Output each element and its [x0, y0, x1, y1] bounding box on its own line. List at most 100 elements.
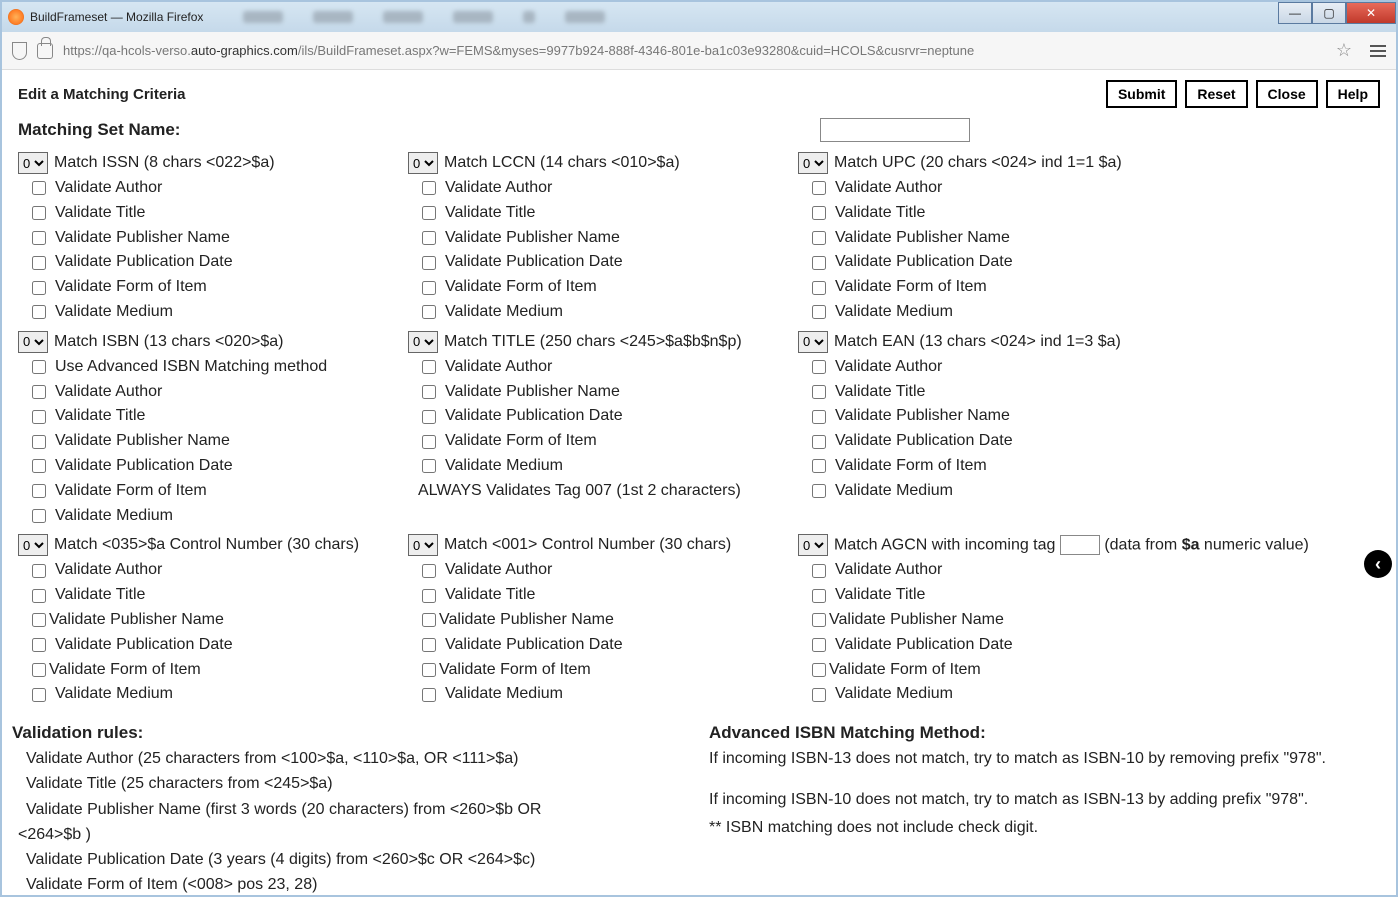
chevron-left-icon[interactable]: ‹ [1364, 550, 1392, 578]
validate-label: Validate Author [55, 176, 162, 201]
validate-label: Validate Form of Item [49, 658, 201, 683]
validate-checkbox[interactable] [422, 206, 436, 220]
validate-checkbox[interactable] [32, 638, 46, 652]
validate-checkbox[interactable] [422, 638, 436, 652]
blurred-menu [565, 11, 605, 23]
validate-checkbox[interactable] [422, 688, 436, 702]
validate-checkbox[interactable] [422, 663, 436, 677]
help-button[interactable]: Help [1326, 80, 1380, 108]
blurred-menu [383, 11, 423, 23]
validate-checkbox[interactable] [812, 688, 826, 702]
validate-checkbox[interactable] [422, 435, 436, 449]
validate-checkbox[interactable] [32, 305, 46, 319]
validate-checkbox[interactable] [812, 613, 826, 627]
validate-checkbox[interactable] [32, 435, 46, 449]
validate-checkbox[interactable] [422, 181, 436, 195]
validate-checkbox[interactable] [32, 281, 46, 295]
validate-label: Validate Form of Item [835, 275, 987, 300]
validate-checkbox[interactable] [32, 256, 46, 270]
validate-label: Validate Author [835, 355, 942, 380]
validate-checkbox[interactable] [812, 281, 826, 295]
validate-label: Validate Medium [55, 682, 173, 707]
match-title: Match <001> Control Number (30 chars) [444, 536, 731, 554]
url-host: auto-graphics.com [191, 43, 298, 58]
validate-checkbox[interactable] [812, 663, 826, 677]
priority-select[interactable]: 0 [798, 152, 828, 174]
validate-checkbox[interactable] [812, 181, 826, 195]
submit-button[interactable]: Submit [1106, 80, 1177, 108]
bookmark-star-icon[interactable]: ☆ [1336, 40, 1352, 61]
validate-checkbox[interactable] [812, 638, 826, 652]
agcn-tag-input[interactable] [1060, 535, 1100, 555]
validate-checkbox[interactable] [812, 459, 826, 473]
validate-label: Validate Form of Item [55, 275, 207, 300]
validate-label: Validate Author [445, 558, 552, 583]
validate-checkbox[interactable] [812, 206, 826, 220]
window-close-button[interactable]: ✕ [1346, 2, 1396, 24]
validate-checkbox[interactable] [812, 385, 826, 399]
minimize-button[interactable]: — [1278, 2, 1312, 24]
validate-checkbox[interactable] [32, 613, 46, 627]
validate-checkbox[interactable] [422, 305, 436, 319]
validate-checkbox[interactable] [422, 231, 436, 245]
blurred-menu [313, 11, 353, 23]
close-button[interactable]: Close [1256, 80, 1318, 108]
validate-label: Validate Publication Date [55, 454, 233, 479]
isbn-method-heading: Advanced ISBN Matching Method: [709, 723, 1380, 743]
validate-checkbox[interactable] [422, 360, 436, 374]
validate-checkbox[interactable] [32, 231, 46, 245]
validate-checkbox[interactable] [422, 256, 436, 270]
priority-select[interactable]: 0 [408, 331, 438, 353]
validate-checkbox[interactable] [812, 360, 826, 374]
rule-line: Validate Form of Item (<008> pos 23, 28) [26, 873, 689, 896]
validate-checkbox[interactable] [812, 256, 826, 270]
lock-icon[interactable] [37, 43, 53, 59]
validate-checkbox[interactable] [812, 410, 826, 424]
validate-checkbox[interactable] [422, 459, 436, 473]
priority-select[interactable]: 0 [798, 534, 828, 556]
validate-checkbox[interactable] [422, 281, 436, 295]
validate-checkbox[interactable] [812, 231, 826, 245]
page-heading: Edit a Matching Criteria [18, 86, 186, 103]
priority-select[interactable]: 0 [18, 152, 48, 174]
validate-checkbox[interactable] [32, 360, 46, 374]
hamburger-menu-icon[interactable] [1370, 45, 1386, 57]
validate-checkbox[interactable] [32, 410, 46, 424]
match-title: Match UPC (20 chars <024> ind 1=1 $a) [834, 154, 1122, 172]
validate-checkbox[interactable] [32, 688, 46, 702]
url-text[interactable]: https://qa-hcols-verso.auto-graphics.com… [63, 43, 1326, 58]
validate-checkbox[interactable] [32, 564, 46, 578]
validate-checkbox[interactable] [32, 181, 46, 195]
validate-checkbox[interactable] [32, 509, 46, 523]
validate-checkbox[interactable] [422, 385, 436, 399]
validate-label: Validate Title [835, 380, 925, 405]
validate-label: Validate Publication Date [835, 633, 1013, 658]
validate-label: Validate Author [835, 558, 942, 583]
validate-checkbox[interactable] [812, 564, 826, 578]
validate-checkbox[interactable] [32, 385, 46, 399]
shield-icon[interactable] [12, 42, 27, 60]
priority-select[interactable]: 0 [408, 152, 438, 174]
validate-checkbox[interactable] [812, 305, 826, 319]
priority-select[interactable]: 0 [408, 534, 438, 556]
validate-checkbox[interactable] [32, 484, 46, 498]
validate-checkbox[interactable] [422, 613, 436, 627]
validate-label: Validate Medium [445, 682, 563, 707]
validate-checkbox[interactable] [812, 589, 826, 603]
validate-checkbox[interactable] [812, 484, 826, 498]
priority-select[interactable]: 0 [798, 331, 828, 353]
validate-checkbox[interactable] [32, 459, 46, 473]
validate-checkbox[interactable] [422, 589, 436, 603]
reset-button[interactable]: Reset [1185, 80, 1247, 108]
validate-checkbox[interactable] [812, 435, 826, 449]
set-name-input[interactable] [820, 118, 970, 142]
priority-select[interactable]: 0 [18, 331, 48, 353]
validate-label: Validate Publication Date [55, 250, 233, 275]
priority-select[interactable]: 0 [18, 534, 48, 556]
validate-checkbox[interactable] [32, 663, 46, 677]
validate-checkbox[interactable] [32, 206, 46, 220]
validate-checkbox[interactable] [32, 589, 46, 603]
maximize-button[interactable]: ▢ [1312, 2, 1346, 24]
validate-checkbox[interactable] [422, 410, 436, 424]
validate-checkbox[interactable] [422, 564, 436, 578]
